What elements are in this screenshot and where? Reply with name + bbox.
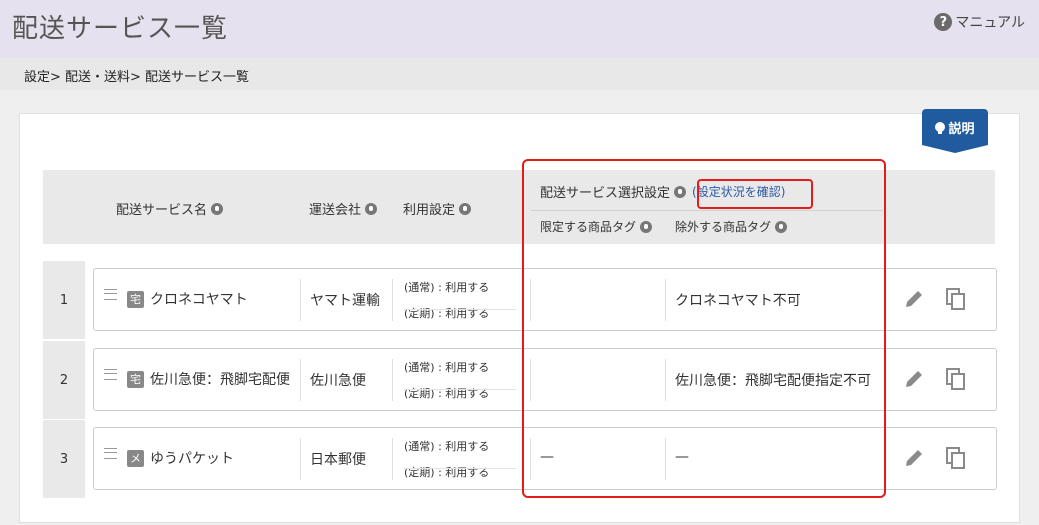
carrier-name: 日本郵便 [310,452,366,468]
carrier-name: ヤマト運輸 [310,293,380,309]
highlight-selection-column [522,159,886,498]
drag-handle[interactable] [104,448,117,459]
service-name: 佐川急便：飛脚宅配便 [150,372,290,388]
drag-handle-icon [104,448,117,459]
breadcrumb[interactable]: 設定> 配送・送料> 配送サービス一覧 [24,66,249,85]
drag-handle[interactable] [104,369,117,380]
usage-divider [404,389,516,390]
carrier-name: 佐川急便 [310,373,366,389]
service-name: クロネコヤマト [150,292,248,308]
col-usage-label: 利用設定 [403,203,456,218]
row-number: 2 [43,341,85,419]
copy-icon[interactable] [946,368,966,390]
usage-divider [404,309,516,310]
usage-settings: (通常) : 利用する (定期) : 利用する [404,359,516,401]
edit-pencil-icon[interactable] [903,447,925,469]
divider [392,279,393,321]
usage-normal: (通常) : 利用する [404,440,490,453]
usage-regular: (定期) : 利用する [404,307,490,320]
service-name-cell: メ ゆうパケット [127,448,234,468]
explain-button[interactable]: 説明 [922,109,988,153]
edit-pencil-icon[interactable] [903,368,925,390]
edit-pencil-icon[interactable] [903,288,925,310]
row-number: 3 [43,420,85,498]
breadcrumb-bar: 設定> 配送・送料> 配送サービス一覧 [0,58,1039,90]
drag-handle-icon [104,369,117,380]
col-service-name-label: 配送サービス名 [116,203,208,218]
col-carrier: 運送会社 [309,199,378,218]
usage-settings: (通常) : 利用する (定期) : 利用する [404,279,516,321]
col-usage: 利用設定 [403,199,472,218]
divider [300,359,301,401]
info-icon[interactable] [459,202,472,215]
page-title: 配送サービス一覧 [12,14,229,44]
explain-label: 説明 [948,121,975,137]
help-icon: ? [934,13,953,31]
highlight-confirm-link [697,179,813,209]
copy-icon[interactable] [946,447,966,469]
col-carrier-label: 運送会社 [309,203,362,218]
lightbulb-icon [935,122,946,134]
service-name-cell: 宅 クロネコヤマト [127,289,248,309]
info-icon[interactable] [365,202,378,215]
service-name: ゆうパケット [150,451,234,467]
usage-divider [404,468,516,469]
delivery-type-badge: 宅 [127,290,144,308]
usage-normal: (通常) : 利用する [404,281,490,294]
divider [392,438,393,480]
drag-handle-icon [104,289,117,300]
usage-settings: (通常) : 利用する (定期) : 利用する [404,438,516,480]
delivery-type-badge: 宅 [127,370,144,388]
delivery-type-badge: メ [127,449,144,467]
divider [300,438,301,480]
copy-icon[interactable] [946,288,966,310]
divider [300,279,301,321]
divider [392,359,393,401]
col-service-name: 配送サービス名 [116,199,224,218]
drag-handle[interactable] [104,289,117,300]
usage-regular: (定期) : 利用する [404,387,490,400]
service-name-cell: 宅 佐川急便：飛脚宅配便 [127,369,290,389]
row-number: 1 [43,261,85,339]
usage-regular: (定期) : 利用する [404,466,490,479]
manual-link[interactable]: ? マニュアル [934,12,1025,32]
info-icon[interactable] [211,202,224,215]
usage-normal: (通常) : 利用する [404,361,490,374]
manual-label: マニュアル [955,15,1025,31]
page-header: 配送サービス一覧 ? マニュアル [0,0,1039,58]
